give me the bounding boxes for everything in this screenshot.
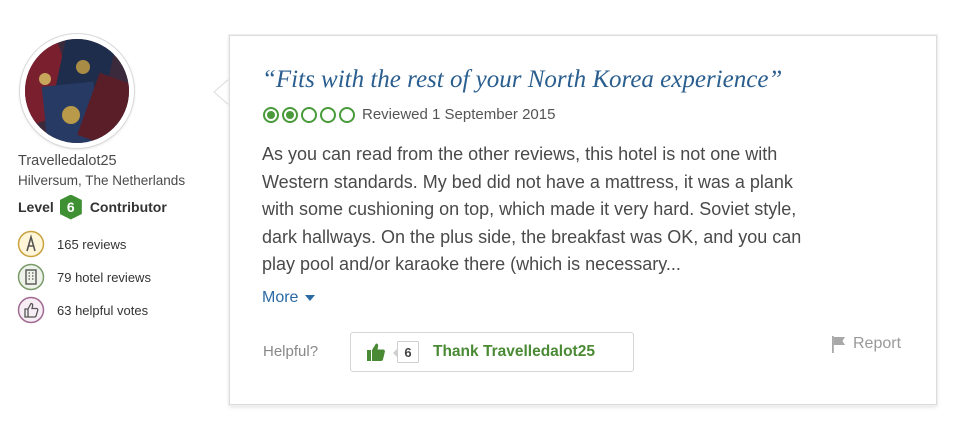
reviewer-avatar[interactable] xyxy=(20,34,134,148)
stat-hotel-reviews-label: 79 hotel reviews xyxy=(57,269,151,285)
report-label: Report xyxy=(853,335,902,352)
level-suffix: Contributor xyxy=(89,199,167,215)
thank-reviewer-button[interactable]: 6 Thank Travelledalot25 xyxy=(350,332,634,372)
thank-label: Thank Travelledalot25 xyxy=(433,343,595,360)
hotel-building-icon xyxy=(17,263,45,291)
report-link[interactable]: Report xyxy=(830,335,901,353)
stat-helpful-votes-label: 63 helpful votes xyxy=(57,302,149,318)
chevron-down-icon xyxy=(305,295,316,301)
review-date: Reviewed 1 September 2015 xyxy=(362,106,556,123)
review-body-line: play pool and/or karaoke there (which is… xyxy=(262,254,681,274)
stat-hotel-reviews: 79 hotel reviews xyxy=(17,263,151,291)
rating-bubble-empty xyxy=(301,106,317,123)
avatar-photo xyxy=(25,39,129,143)
more-label: More xyxy=(262,289,299,306)
helpful-label: Helpful? xyxy=(263,343,319,360)
review-body-line: Western standards. My bed did not have a… xyxy=(262,171,793,192)
flag-icon xyxy=(830,335,848,353)
stat-helpful-votes: 63 helpful votes xyxy=(17,296,148,324)
rating-bubble-empty xyxy=(339,106,355,123)
contributor-level: Level 6 Contributor xyxy=(18,194,167,220)
thumbs-up-outline-icon xyxy=(17,296,45,324)
review-body-line: dark hallways. On the plus side, the bre… xyxy=(262,226,802,247)
level-badge: 6 xyxy=(59,194,82,220)
rating-bubble-empty xyxy=(320,106,336,123)
level-label: Level xyxy=(18,199,54,215)
stat-reviews: 165 reviews xyxy=(17,230,126,258)
reviewer-username[interactable]: Travelledalot25 xyxy=(18,153,117,169)
review-body-line: with some cushioning on top, which made … xyxy=(262,199,797,219)
reviewer-location: Hilversum, The Netherlands xyxy=(18,173,186,188)
rating-bubble-filled xyxy=(282,106,298,123)
review-body-line: As you can read from the other reviews, … xyxy=(262,144,778,164)
thumbs-up-icon xyxy=(365,341,387,363)
more-link[interactable]: More xyxy=(262,289,316,307)
thank-count: 6 xyxy=(393,341,419,363)
stat-reviews-label: 165 reviews xyxy=(57,236,127,252)
rating-bubble-filled xyxy=(263,106,279,123)
review-title[interactable]: “Fits with the rest of your North Korea … xyxy=(262,66,782,94)
review-card: “Fits with the rest of your North Korea … xyxy=(229,35,937,405)
review-body: As you can read from the other reviews, … xyxy=(262,141,902,279)
review-rating-row: Reviewed 1 September 2015 xyxy=(263,106,555,123)
pen-badge-icon xyxy=(17,230,45,258)
